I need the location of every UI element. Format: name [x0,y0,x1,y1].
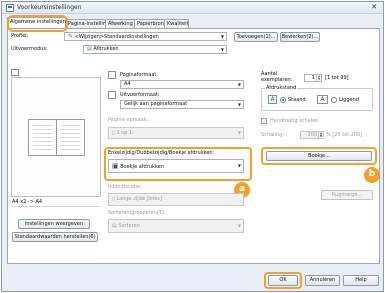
binding-label: Inbindlocatie: [108,184,142,190]
general-settings-panel: Profiel: ✎ <Wijzigen>Standaardinstelling… [7,28,380,264]
restore-defaults-button[interactable]: Standaardwaarden herstellen(6) [12,232,98,242]
duplex-value: Boekje afdrukken [120,164,164,170]
chevron-down-icon: ▼ [220,34,224,39]
output-mode-select[interactable]: ▤ Afdrukken ▼ [83,45,227,54]
page-preview [11,77,101,197]
printer-settings-icon [6,4,14,12]
ok-button[interactable]: OK [268,275,298,286]
add-profile-button[interactable]: Toevoegen(1)... [234,32,278,42]
scaling-input[interactable]: 100 ▲ ▼ [300,131,324,139]
binding-select[interactable]: ▯ Lange zijde [links] [108,193,244,206]
cancel-button[interactable]: Annuleren [305,275,340,286]
output-mode-value: Afdrukken [93,46,119,52]
chevron-down-icon: ▼ [237,130,241,135]
copies-value: 1 [311,75,315,81]
output-format-label: Uitvoerformaat: [120,92,160,98]
scaling-value: 100 [307,132,317,138]
window-title: Voorkeursinstellingen [17,4,82,11]
callout-b: b [364,167,380,183]
tab-quality[interactable]: Kwaliteit [164,19,189,28]
copies-input[interactable]: 1 ▲ ▼ [304,74,322,82]
page-layout-select[interactable]: ▯ 1 op 1 ▼ [108,127,244,139]
sorting-label: Sorteren/groeperen(7): [108,210,166,216]
output-mode-label: Uitvoermodus: [11,46,48,52]
page-layout-icon: ▯ [112,130,115,136]
booklet-button[interactable]: Boekje... [266,151,372,161]
spin-arrows-icon[interactable]: ▲ ▼ [318,132,323,138]
portrait-radio[interactable] [280,97,286,103]
duplex-select[interactable]: ▣ Boekje afdrukken ▼ [108,159,244,173]
help-button[interactable]: Help [343,275,379,286]
profile-select[interactable]: ✎ <Wijzigen>Standaardinstellingen ▼ [64,32,227,41]
chevron-down-icon: ▼ [237,82,241,87]
tab-highlight [7,15,68,32]
tab-page-setup[interactable]: Pagina-instelling [65,19,109,28]
binding-value: Lange zijde [links] [116,196,162,202]
divider [11,206,101,207]
copies-range: [1 tot 99] [325,75,349,81]
copies-label-line2: exemplaren: [261,77,293,83]
scaling-label: Schaling: [261,132,284,138]
booklet-left-page [28,119,57,156]
landscape-icon: A [317,95,328,104]
portrait-icon: A [268,95,277,104]
output-format-icon [108,91,116,99]
preview-caption: A4 x2 -> A4 [12,199,43,205]
duplex-label: Enkelzijdig/Dubbelzijdig/Boekje afdrukke… [108,150,215,156]
edit-profile-button[interactable]: Bewerken(2)... [280,32,320,42]
tab-paper-source[interactable]: Papierbron [134,19,165,28]
manual-scaling-label: Handmatig schalen [270,118,319,124]
gutter-button[interactable]: Rugmarge... [321,190,373,200]
landscape-radio[interactable] [331,97,337,103]
tab-finishing[interactable]: Afwerking [105,19,135,28]
portrait-label: Staand [288,97,306,103]
profile-value: <Wijzigen>Standaardinstellingen [74,34,159,40]
page-format-label: Paginaformaat: [120,72,159,78]
close-icon[interactable]: ✕ [368,3,380,12]
page-format-icon [108,71,116,79]
spin-arrows-icon[interactable]: ▲ ▼ [316,75,321,81]
page-format-select[interactable]: A4 ▼ [120,80,244,89]
landscape-label: Liggend [339,97,359,103]
page-format-value: A4 [124,81,131,87]
printer-icon: ▤ [87,46,92,52]
booklet-right-page [56,119,85,156]
binding-icon: ▯ [112,196,115,202]
chevron-down-icon: ▼ [237,102,241,107]
orientation-label: Afdrukstand [265,85,298,91]
page-layout-label: Pagina-opmaak: [108,117,149,123]
sorting-select[interactable]: ▤ Sorteren ▼ [108,219,244,233]
page-layout-value: 1 op 1 [116,130,133,136]
profile-label: Profiel: [11,33,29,39]
output-format-value: Gelijk aan paginaformaat [124,101,188,107]
chevron-down-icon: ▼ [237,163,241,168]
title-bar: Voorkeursinstellingen ✕ [2,2,383,14]
chevron-down-icon: ▼ [237,223,241,228]
sorting-icon: ▤ [112,223,117,229]
manual-scaling-checkbox[interactable] [261,118,267,124]
sorting-value: Sorteren [118,223,140,229]
pencil-icon: ✎ [68,33,74,40]
view-settings-button[interactable]: Instellingen weergeven [18,219,90,229]
booklet-icon: ▣ [112,162,119,170]
scaling-range: % [25 tot 200] [326,132,363,138]
preferences-window: Voorkeursinstellingen ✕ Algemene instell… [1,1,384,292]
output-format-select[interactable]: Gelijk aan paginaformaat ▼ [120,100,244,109]
preview-mode-icon[interactable] [11,69,19,76]
chevron-down-icon: ▼ [220,47,224,52]
